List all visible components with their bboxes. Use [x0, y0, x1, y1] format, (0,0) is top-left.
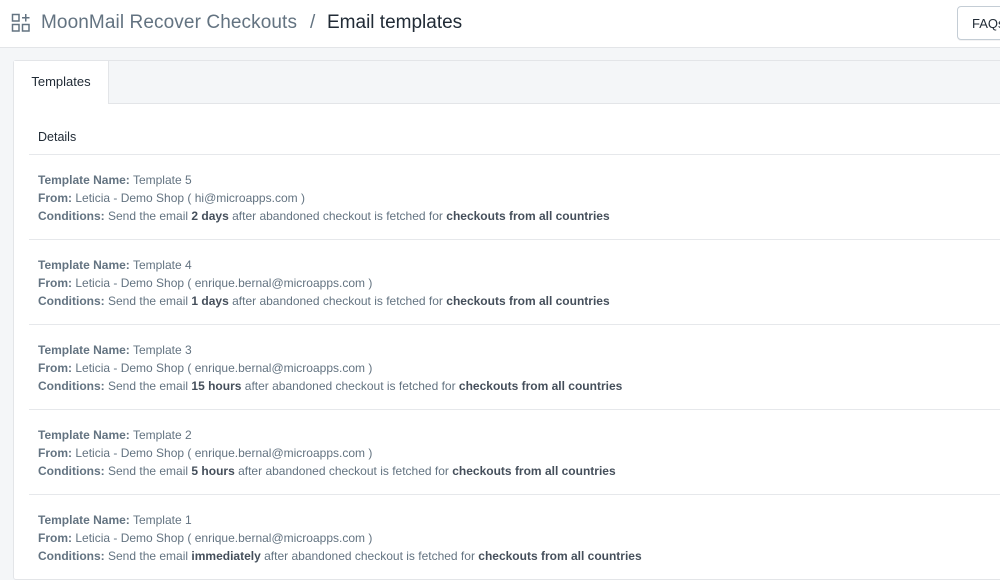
template-from-line: From: Leticia - Demo Shop ( enrique.bern… [38, 444, 1000, 462]
template-conditions-line: Conditions: Send the email 2 days after … [38, 207, 1000, 225]
template-row[interactable]: Template Name: Template 4 From: Leticia -… [29, 239, 1000, 324]
conditions-middle: after abandoned checkout is fetched for [244, 379, 456, 393]
template-name-line: Template Name: Template 4 [38, 256, 1000, 274]
template-from-value: Leticia - Demo Shop ( enrique.bernal@mic… [75, 446, 373, 460]
template-from-line: From: Leticia - Demo Shop ( enrique.bern… [38, 359, 1000, 377]
template-name-label: Template Name: [38, 428, 130, 442]
conditions-prefix: Send the email [108, 549, 189, 563]
template-from-label: From: [38, 191, 72, 205]
template-name-line: Template Name: Template 5 [38, 171, 1000, 189]
template-conditions-line: Conditions: Send the email 15 hours afte… [38, 377, 1000, 395]
template-name-value: Template 2 [132, 428, 192, 442]
conditions-target: checkouts from all countries [446, 209, 610, 223]
apps-grid-icon[interactable] [11, 13, 31, 33]
template-conditions-line: Conditions: Send the email 1 days after … [38, 292, 1000, 310]
faq-button-label: FAQs [972, 16, 1000, 31]
tab-templates[interactable]: Templates [14, 61, 109, 104]
conditions-target: checkouts from all countries [458, 379, 623, 393]
template-from-label: From: [38, 531, 72, 545]
template-name-label: Template Name: [38, 173, 130, 187]
conditions-target: checkouts from all countries [452, 464, 616, 478]
template-name-line: Template Name: Template 1 [38, 511, 1000, 529]
template-list: Template Name: Template 5 From: Leticia -… [29, 154, 1000, 579]
tab-label: Templates [31, 74, 91, 89]
conditions-prefix: Send the email [108, 379, 189, 393]
breadcrumb-app-name[interactable]: MoonMail Recover Checkouts [41, 12, 297, 34]
template-name-value: Template 3 [132, 343, 192, 357]
conditions-prefix: Send the email [108, 464, 189, 478]
template-conditions-line: Conditions: Send the email immediately a… [38, 547, 1000, 565]
conditions-prefix: Send the email [108, 209, 189, 223]
conditions-middle: after abandoned checkout is fetched for [238, 464, 449, 478]
template-name-value: Template 5 [132, 173, 192, 187]
conditions-delay: 2 days [191, 209, 229, 223]
top-bar: MoonMail Recover Checkouts / Email templ… [0, 0, 1000, 48]
content-card: Templates Details Template Name: Templat… [13, 60, 1000, 580]
template-from-value: Leticia - Demo Shop ( hi@microapps.com ) [75, 191, 305, 205]
template-name-label: Template Name: [38, 258, 130, 272]
template-conditions-line: Conditions: Send the email 5 hours after… [38, 462, 1000, 480]
conditions-target: checkouts from all countries [478, 549, 642, 563]
template-from-label: From: [38, 361, 72, 375]
conditions-middle: after abandoned checkout is fetched for [232, 209, 443, 223]
template-name-line: Template Name: Template 3 [38, 341, 1000, 359]
template-from-value: Leticia - Demo Shop ( enrique.bernal@mic… [75, 361, 373, 375]
template-conditions-label: Conditions: [38, 209, 105, 223]
template-from-line: From: Leticia - Demo Shop ( hi@microapps… [38, 189, 1000, 207]
template-name-line: Template Name: Template 2 [38, 426, 1000, 444]
template-row[interactable]: Template Name: Template 5 From: Leticia -… [29, 154, 1000, 239]
conditions-delay: 5 hours [191, 464, 235, 478]
conditions-middle: after abandoned checkout is fetched for [264, 549, 475, 563]
template-name-value: Template 1 [132, 513, 192, 527]
template-name-label: Template Name: [38, 513, 130, 527]
template-from-value: Leticia - Demo Shop ( enrique.bernal@mic… [75, 531, 373, 545]
conditions-middle: after abandoned checkout is fetched for [232, 294, 443, 308]
faq-button[interactable]: FAQs [957, 6, 1000, 40]
template-from-line: From: Leticia - Demo Shop ( enrique.bern… [38, 529, 1000, 547]
breadcrumb-separator: / [310, 12, 316, 33]
tab-bar: Templates [14, 61, 1000, 104]
template-conditions-label: Conditions: [38, 294, 105, 308]
conditions-delay: 15 hours [191, 379, 242, 393]
conditions-delay: immediately [191, 549, 261, 563]
template-row[interactable]: Template Name: Template 1 From: Leticia -… [29, 494, 1000, 579]
conditions-target: checkouts from all countries [446, 294, 610, 308]
conditions-prefix: Send the email [108, 294, 189, 308]
template-conditions-label: Conditions: [38, 464, 105, 478]
template-from-label: From: [38, 446, 72, 460]
template-conditions-label: Conditions: [38, 379, 105, 393]
template-conditions-label: Conditions: [38, 549, 105, 563]
section-title: Details [38, 130, 77, 144]
template-from-label: From: [38, 276, 72, 290]
template-row[interactable]: Template Name: Template 3 From: Leticia -… [29, 324, 1000, 409]
conditions-delay: 1 days [191, 294, 229, 308]
template-name-label: Template Name: [38, 343, 130, 357]
template-name-value: Template 4 [132, 258, 192, 272]
template-from-line: From: Leticia - Demo Shop ( enrique.bern… [38, 274, 1000, 292]
template-from-value: Leticia - Demo Shop ( enrique.bernal@mic… [75, 276, 373, 290]
page-title: Email templates [327, 12, 463, 33]
template-row[interactable]: Template Name: Template 2 From: Leticia -… [29, 409, 1000, 494]
